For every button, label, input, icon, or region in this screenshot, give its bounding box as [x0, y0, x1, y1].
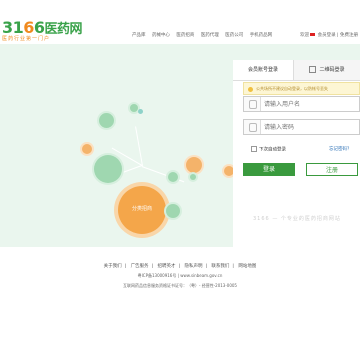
username-field[interactable] [243, 96, 360, 112]
lock-icon [244, 120, 261, 134]
main-nav: 产品库 药械中心 医药招商 医药代理 医药公司 手机药品网 [132, 32, 277, 38]
bubble-icon [130, 104, 138, 112]
checkbox-icon[interactable] [251, 146, 257, 152]
footer-link[interactable]: 联系我们 [211, 264, 229, 269]
welcome-text: 欢迎 [300, 33, 310, 38]
login-link[interactable]: 会员登录 [318, 33, 336, 38]
bubble-icon [82, 144, 92, 154]
nav-item[interactable]: 医药公司 [225, 33, 243, 38]
login-tabs: 会员账号登录 二维码登录 [233, 60, 360, 81]
nav-item[interactable]: 医药代理 [201, 33, 219, 38]
bubble-icon [138, 109, 143, 114]
footer-links: 关于我们 | 广告服务 | 招聘英才 | 隐私声明 | 联系我们 | 网站地图 [103, 264, 257, 269]
nav-item[interactable]: 医药招商 [176, 33, 194, 38]
bubble-icon [190, 174, 196, 180]
connector-line [141, 166, 185, 183]
bubble-icon [99, 113, 114, 128]
bubble-icon [166, 204, 180, 218]
security-notice: 公共场所不建议自动登录，以防帐号丢失 [243, 82, 360, 95]
top-header: 3166医药网 医药行业第一门户 产品库 药械中心 医药招商 医药代理 医药公司… [0, 0, 360, 44]
password-input[interactable] [264, 120, 354, 134]
tab-account-login[interactable]: 会员账号登录 [233, 60, 294, 80]
user-nav: 欢迎 会员登录 | 免费注册 [300, 32, 358, 38]
tagline: 3166 — 个专业的医药招商网站 [253, 216, 341, 222]
bubble-icon [168, 172, 178, 182]
bubble-icon [94, 155, 122, 183]
footer-link[interactable]: 网站地图 [238, 264, 256, 269]
tab-qrcode-login[interactable]: 二维码登录 [294, 60, 360, 80]
login-button[interactable]: 登录 [243, 163, 295, 176]
nav-item[interactable]: 手机药品网 [250, 33, 273, 38]
flag-icon [310, 32, 316, 37]
site-slogan: 医药行业第一门户 [2, 36, 51, 42]
bubble-icon [186, 157, 202, 173]
user-icon [244, 97, 261, 111]
footer-link[interactable]: 招聘英才 [158, 264, 176, 269]
footer-link[interactable]: 广告服务 [131, 264, 149, 269]
username-input[interactable] [264, 97, 354, 111]
nav-item[interactable]: 产品库 [132, 33, 146, 38]
license-info: 互联网药品信息服务资格证书证号：（粤）- 经营性-2013-0005 [123, 283, 237, 288]
password-field[interactable] [243, 119, 360, 135]
footer-link[interactable]: 隐私声明 [184, 264, 202, 269]
login-panel: 会员账号登录 二维码登录 公共场所不建议自动登录，以防帐号丢失 下次自动登录 忘… [233, 60, 360, 247]
category-bubble[interactable]: 分类招商 [118, 186, 166, 234]
register-button[interactable]: 注册 [306, 163, 358, 176]
qrcode-icon [309, 66, 317, 73]
warning-icon [248, 86, 253, 92]
register-link[interactable]: 免费注册 [340, 33, 358, 38]
nav-item[interactable]: 药械中心 [152, 33, 170, 38]
forgot-password-link[interactable]: 忘记密码？ [329, 146, 352, 152]
connector-line [135, 126, 143, 166]
icp-info: 粤ICP备13000916号 | www.sinbeam.gov.cn [137, 273, 223, 278]
auto-login-checkbox[interactable]: 下次自动登录 [251, 146, 286, 153]
footer-link[interactable]: 关于我们 [104, 264, 122, 269]
